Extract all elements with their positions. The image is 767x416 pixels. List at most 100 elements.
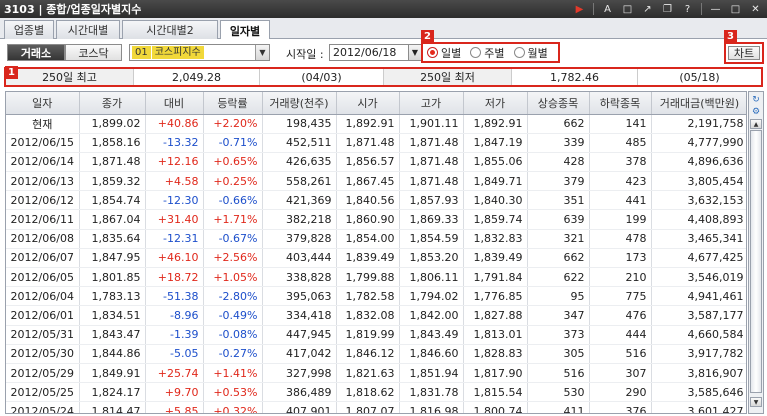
table-row[interactable]: 2012/06/08 1,835.64 -12.31 -0.67% 379,828 1,8…: [6, 229, 746, 249]
vertical-scrollbar[interactable]: ↻ ⚙ ▲ ▼: [748, 91, 764, 414]
table-cell: 417,042: [262, 344, 337, 364]
scroll-up-icon[interactable]: ▲: [750, 119, 762, 129]
table-row[interactable]: 현재 1,899.02 +40.86 +2.20% 198,435 1,892.91 1,9…: [6, 114, 746, 134]
chevron-down-icon[interactable]: ▼: [255, 45, 269, 60]
settings-icon[interactable]: ⚙: [750, 106, 762, 118]
table-cell: +1.41%: [203, 363, 263, 384]
column-header[interactable]: 저가: [463, 92, 528, 115]
minimize-icon[interactable]: —: [707, 2, 724, 16]
maximize-icon[interactable]: □: [727, 2, 744, 16]
column-header[interactable]: 상승종목: [527, 92, 590, 115]
table-row[interactable]: 2012/06/07 1,847.95 +46.10 +2.56% 403,444 1,8…: [6, 248, 746, 269]
table-cell: +25.74: [145, 363, 204, 384]
column-header[interactable]: 종가: [79, 92, 146, 115]
table-cell: 1,854.00: [336, 229, 400, 249]
table-cell: 1,849.91: [79, 363, 146, 384]
table-cell: 1,867.04: [79, 209, 146, 230]
column-header[interactable]: 일자: [6, 92, 80, 115]
table-cell: 1,794.02: [399, 286, 464, 307]
radio-weekly-indicator[interactable]: [470, 47, 482, 58]
column-header[interactable]: 등락률: [203, 92, 263, 115]
table-cell: 3,917,782: [651, 344, 746, 364]
radio-daily-indicator[interactable]: [427, 47, 438, 58]
index-select[interactable]: 01 코스피지수 ▼: [129, 44, 270, 61]
restore-icon[interactable]: ❐: [659, 2, 676, 16]
market-kosdaq-button[interactable]: 코스닥: [65, 44, 122, 61]
table-cell: -0.27%: [203, 344, 263, 364]
table-cell: 1,807.07: [336, 401, 400, 413]
tab-by-time[interactable]: 시간대별: [56, 20, 120, 39]
table-cell: 1,871.48: [336, 133, 400, 153]
table-cell: 3,465,341: [651, 229, 746, 249]
refresh-icon[interactable]: ↻: [750, 94, 762, 106]
high-250-value: 2,049.28: [134, 69, 260, 85]
index-name: 코스피지수: [151, 46, 204, 59]
market-kospi-button[interactable]: 거래소: [7, 44, 65, 61]
chart-button[interactable]: 차트: [728, 46, 760, 60]
table-cell: 1,858.16: [79, 133, 146, 153]
column-header[interactable]: 하락종목: [589, 92, 652, 115]
radio-daily[interactable]: 일별: [427, 45, 461, 61]
popout-icon[interactable]: ↗: [639, 2, 656, 16]
table-cell: 444: [589, 325, 652, 345]
table-header-row: 일자 종가 대비 등락률 거래량(천주) 시가 고가 저가 상승종목 하락종목 거래대금(백만원): [6, 92, 746, 115]
table-cell: 3,816,907: [651, 363, 746, 384]
table-row[interactable]: 2012/06/12 1,854.74 -12.30 -0.66% 421,369 1,8…: [6, 190, 746, 211]
table-row[interactable]: 2012/06/11 1,867.04 +31.40 +1.71% 382,218 1,8…: [6, 209, 746, 230]
column-header[interactable]: 거래대금(백만원): [651, 92, 746, 115]
table-cell: 428: [527, 152, 590, 173]
table-row[interactable]: 2012/06/14 1,871.48 +12.16 +0.65% 426,635 1,8…: [6, 152, 746, 173]
tab-by-date[interactable]: 일자별: [220, 20, 270, 40]
table-row[interactable]: 2012/05/24 1,814.47 +5.85 +0.32% 407,901 1,80…: [6, 401, 746, 413]
close-icon[interactable]: ✕: [747, 2, 764, 16]
column-header[interactable]: 고가: [399, 92, 464, 115]
table-cell: 1,815.54: [463, 382, 528, 403]
tab-by-sector[interactable]: 업종별: [4, 20, 54, 39]
table-row[interactable]: 2012/05/31 1,843.47 -1.39 -0.08% 447,945 1,81…: [6, 325, 746, 345]
tab-bar: 업종별 시간대별 시간대별2 일자별: [0, 18, 767, 40]
scroll-down-icon[interactable]: ▼: [750, 397, 762, 407]
column-header[interactable]: 대비: [145, 92, 204, 115]
table-row[interactable]: 2012/06/13 1,859.32 +4.58 +0.25% 558,261 1,86…: [6, 171, 746, 192]
table-row[interactable]: 2012/05/30 1,844.86 -5.05 -0.27% 417,042 1,84…: [6, 344, 746, 364]
table-cell: 1,819.99: [336, 325, 400, 345]
table-cell: 1,867.45: [336, 171, 400, 192]
link-icon[interactable]: □: [619, 2, 636, 16]
date-dropdown-icon[interactable]: ▼: [408, 44, 422, 61]
table-cell: -0.66%: [203, 190, 263, 211]
table-row[interactable]: 2012/05/29 1,849.91 +25.74 +1.41% 327,998 1,8…: [6, 363, 746, 384]
table-cell: 662: [527, 114, 590, 134]
title-bar: 3103 | 종합/업종일자별지수 ▶ A □ ↗ ❐ ? — □ ✕: [0, 0, 767, 18]
help-icon[interactable]: ?: [679, 2, 696, 16]
table-cell: +1.05%: [203, 267, 263, 288]
table-cell: 347: [527, 305, 590, 326]
title-separator: [593, 3, 594, 15]
table-cell: 1,824.17: [79, 382, 146, 403]
table-cell: 199: [589, 209, 652, 230]
table-row[interactable]: 2012/05/25 1,824.17 +9.70 +0.53% 386,489 1,81…: [6, 382, 746, 403]
table-cell: 1,846.12: [336, 344, 400, 364]
table-cell: 478: [589, 229, 652, 249]
table-cell: 1,806.11: [399, 267, 464, 288]
table-row[interactable]: 2012/06/05 1,801.85 +18.72 +1.05% 338,828 1,7…: [6, 267, 746, 288]
table-row[interactable]: 2012/06/04 1,783.13 -51.38 -2.80% 395,063 1,7…: [6, 286, 746, 307]
scroll-thumb[interactable]: [750, 130, 762, 393]
play-icon[interactable]: ▶: [571, 2, 588, 16]
radio-monthly[interactable]: 월별: [513, 45, 548, 61]
column-header[interactable]: 시가: [336, 92, 400, 115]
tab-by-time-2[interactable]: 시간대별2: [122, 20, 218, 39]
table-row[interactable]: 2012/06/15 1,858.16 -13.32 -0.71% 452,511 1,8…: [6, 133, 746, 153]
start-date-input[interactable]: 2012/06/18: [329, 44, 409, 61]
table-cell: 1,843.47: [79, 325, 146, 345]
table-cell: -0.08%: [203, 325, 263, 345]
table-row[interactable]: 2012/06/01 1,834.51 -8.96 -0.49% 334,418 1,83…: [6, 305, 746, 326]
table-cell: 2012/06/04: [6, 286, 80, 307]
column-header[interactable]: 거래량(천주): [262, 92, 337, 115]
table-cell: 1,817.90: [463, 363, 528, 384]
radio-weekly[interactable]: 주별: [470, 45, 505, 61]
radio-monthly-indicator[interactable]: [513, 47, 525, 58]
table-cell: 334,418: [262, 305, 337, 326]
radio-weekly-label: 주별: [484, 46, 505, 60]
font-icon[interactable]: A: [599, 2, 616, 16]
table-cell: 382,218: [262, 209, 337, 230]
